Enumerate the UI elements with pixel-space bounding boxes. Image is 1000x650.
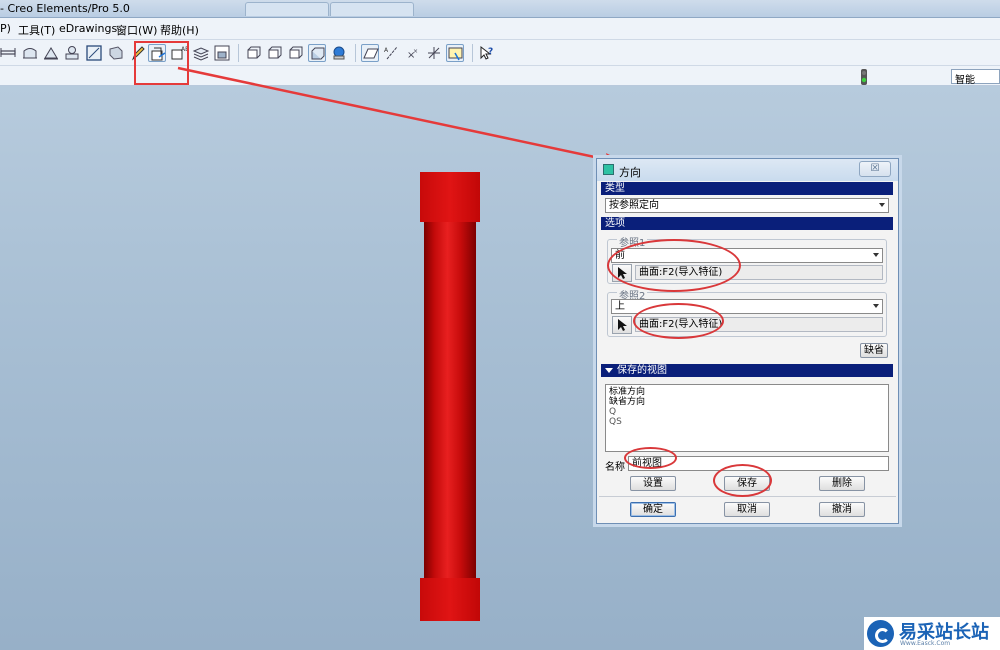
menu-item-window[interactable]: 窗口(W) — [116, 22, 157, 38]
dialog-titlebar: 方向 ☒ — [597, 159, 898, 181]
view-name-label: 名称 — [605, 462, 625, 473]
reference2-pick-button[interactable] — [612, 316, 632, 334]
annotation-highlight-box — [134, 41, 189, 85]
watermark-subtext: Www.Easck.Com — [900, 640, 951, 647]
model-tree-icon[interactable] — [213, 44, 231, 62]
zoom-in-icon[interactable] — [266, 44, 284, 62]
model-bottom-cap — [420, 578, 480, 621]
chevron-down-icon — [873, 253, 879, 257]
toolbar-separator — [472, 44, 473, 62]
menu-item-edrawings[interactable]: eDrawings — [59, 22, 117, 35]
type-select-value: 按参照定向 — [609, 200, 659, 211]
saved-views-list[interactable]: 标准方向 缺省方向 Q QS — [605, 384, 889, 452]
whats-this-icon[interactable]: ? — [478, 44, 496, 62]
model-top-cap — [420, 172, 480, 222]
cancel-button[interactable]: 取消 — [724, 502, 770, 517]
menu-item-help[interactable]: 帮助(H) — [160, 22, 199, 38]
model-body — [424, 222, 476, 578]
list-item[interactable]: 缺省方向 — [609, 397, 885, 407]
dimension-icon[interactable] — [0, 44, 18, 62]
default-button[interactable]: 缺省 — [860, 343, 888, 358]
cursor-arrow-icon — [618, 319, 627, 331]
axis-display-icon[interactable]: A — [383, 44, 401, 62]
spin-center-icon[interactable] — [330, 44, 348, 62]
shaded-view-icon[interactable] — [107, 44, 125, 62]
sketch-icon[interactable] — [85, 44, 103, 62]
ok-button[interactable]: 确定 — [630, 502, 676, 517]
datum-plane-display-icon[interactable] — [361, 44, 379, 62]
toolbar-separator — [355, 44, 356, 62]
point-display-icon[interactable]: × × — [404, 44, 422, 62]
set-button[interactable]: 设置 — [630, 476, 676, 491]
regen-status-icon — [860, 69, 868, 85]
window-titlebar: - Creo Elements/Pro 5.0 — [0, 0, 1000, 18]
zoom-out-icon[interactable] — [287, 44, 305, 62]
reference2-direction-value: 上 — [615, 301, 625, 312]
model-part[interactable] — [420, 172, 480, 621]
csys-display-icon[interactable] — [425, 44, 443, 62]
svg-text:?: ? — [488, 47, 493, 57]
dialog-app-icon — [603, 164, 614, 175]
selection-filter-select[interactable]: 智能 — [951, 69, 1000, 86]
datum-plane-icon[interactable] — [21, 44, 39, 62]
window-tab-1[interactable] — [245, 2, 329, 16]
annotation-ellipse-name — [624, 447, 677, 469]
saved-views-header: 保存的视图 — [601, 364, 893, 377]
window-tab-2[interactable] — [330, 2, 414, 16]
reorient-icon[interactable] — [308, 44, 326, 62]
annotation-ellipse-save — [713, 464, 772, 497]
type-select[interactable]: 按参照定向 — [605, 198, 889, 213]
menu-item-tools[interactable]: 工具(T) — [18, 22, 55, 38]
menu-bar: P) 工具(T) eDrawings 窗口(W) 帮助(H) — [0, 18, 1000, 40]
type-section-header: 类型 — [601, 182, 893, 195]
svg-text:×: × — [413, 48, 418, 55]
toolbar-separator — [238, 44, 239, 62]
window-title: - Creo Elements/Pro 5.0 — [0, 2, 130, 15]
dialog-title: 方向 — [619, 166, 641, 179]
site-logo-icon — [867, 620, 894, 647]
chevron-down-icon — [873, 304, 879, 308]
dialog-close-button[interactable]: ☒ — [859, 161, 891, 177]
list-item[interactable]: Q — [609, 407, 885, 417]
delete-button[interactable]: 删除 — [819, 476, 865, 491]
site-watermark: 易采站长站 Www.Easck.Com — [864, 617, 1000, 650]
options-section-header: 选项 — [601, 217, 893, 230]
list-item[interactable]: QS — [609, 417, 885, 427]
annotation-ellipse-reference2 — [633, 303, 724, 339]
layers-icon[interactable] — [192, 44, 210, 62]
list-item[interactable]: 标准方向 — [609, 387, 885, 397]
datum-point-icon[interactable] — [63, 44, 81, 62]
refit-icon[interactable] — [245, 44, 263, 62]
collapse-triangle-icon — [605, 367, 613, 373]
saved-views-header-label: 保存的视图 — [617, 365, 667, 376]
svg-text:A: A — [384, 47, 389, 54]
annotation-ellipse-reference1 — [607, 239, 741, 292]
menu-item-p[interactable]: P) — [0, 22, 11, 35]
repaint-icon[interactable] — [446, 44, 464, 62]
datum-axis-icon[interactable] — [42, 44, 60, 62]
chevron-down-icon — [879, 203, 885, 207]
undo-button[interactable]: 撤消 — [819, 502, 865, 517]
